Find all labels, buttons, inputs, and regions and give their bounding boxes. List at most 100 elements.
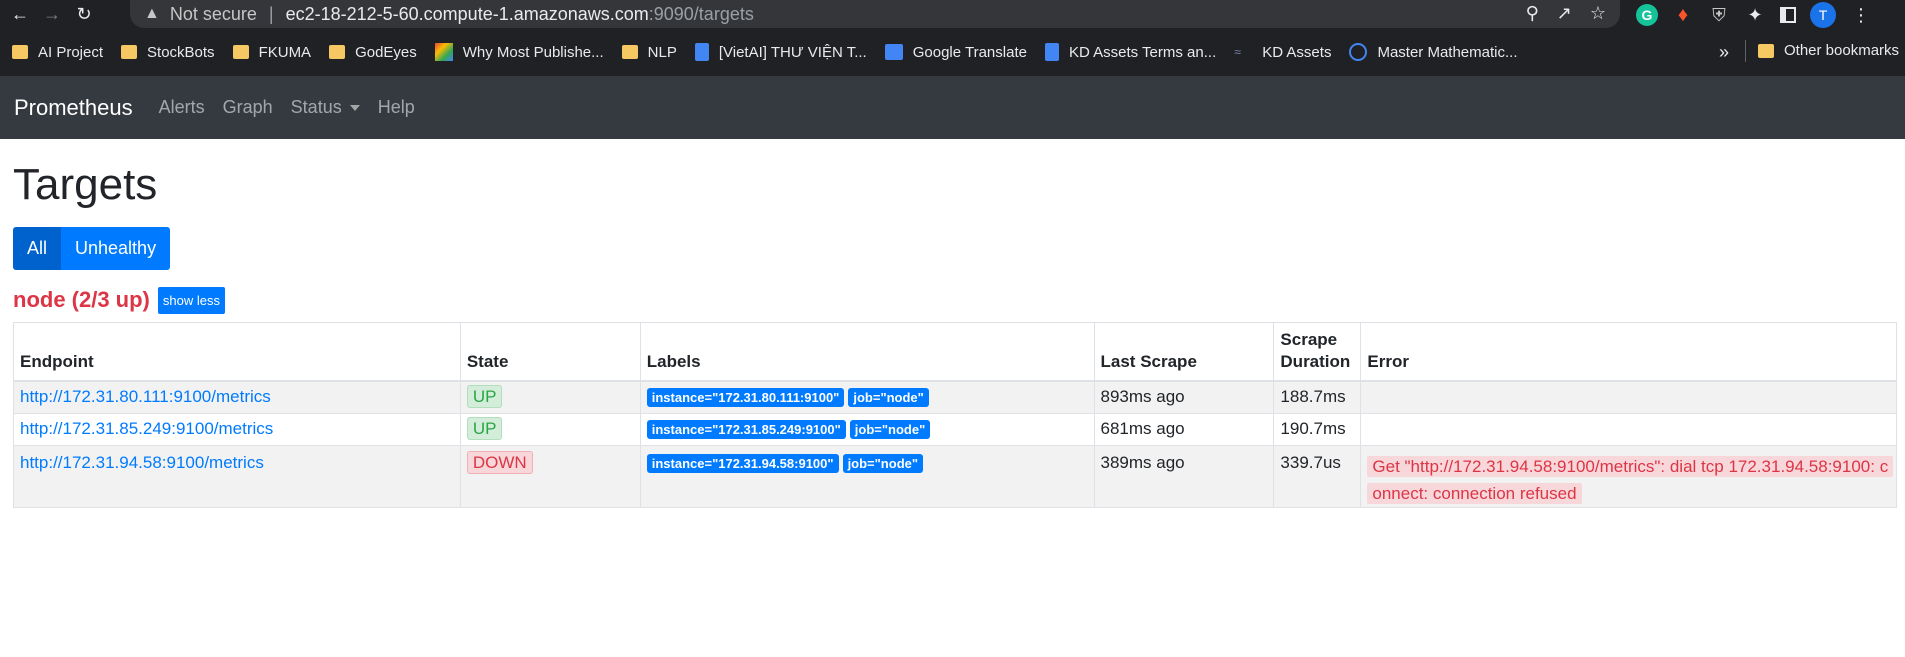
state-cell: UP (459, 412, 641, 446)
bookmark-item[interactable]: ≈ KD Assets (1234, 44, 1331, 61)
nav-help[interactable]: Help (378, 97, 415, 118)
bookmark-label: Google Translate (912, 43, 1027, 61)
browser-toolbar: ← → ↻ ▲ Not secure | ec2-18-212-5-60.com… (0, 0, 1905, 28)
state-badge: UP (466, 417, 503, 440)
state-cell: DOWN (459, 444, 641, 508)
back-arrow-icon[interactable]: ← (8, 2, 32, 26)
bookmark-item[interactable]: NLP (621, 43, 677, 61)
brand-link[interactable]: Prometheus (14, 95, 133, 121)
nav-status-dropdown[interactable]: Status (291, 97, 360, 118)
last-scrape-cell: 681ms ago (1093, 412, 1275, 446)
bookmark-label: FKUMA (258, 43, 312, 61)
error-cell (1360, 380, 1897, 414)
column-header-last-scrape: Last Scrape (1093, 322, 1275, 382)
table-row: http://172.31.94.58:9100/metrics DOWN in… (13, 444, 1897, 508)
folder-icon (621, 45, 638, 59)
reload-icon[interactable]: ↻ (72, 2, 96, 26)
scrape-pool-header: node (2/3 up) show less (13, 286, 1892, 314)
filter-unhealthy-button[interactable]: Unhealthy (61, 227, 171, 270)
other-bookmarks-label: Other bookmarks (1784, 42, 1900, 59)
bookmark-item[interactable]: FKUMA (232, 43, 312, 61)
main-content: Targets All Unhealthy node (2/3 up) show… (0, 157, 1905, 508)
bookmark-item[interactable]: GodEyes (329, 44, 417, 61)
table-header-row: Endpoint State Labels Last Scrape Scrape… (13, 322, 1897, 382)
label-badge-job: job="node" (849, 420, 931, 439)
pool-title-link[interactable]: node (2/3 up) (13, 287, 150, 313)
address-bar[interactable]: ▲ Not secure | ec2-18-212-5-60.compute-1… (130, 0, 1620, 28)
filter-all-button[interactable]: All (13, 227, 62, 270)
folder-icon (232, 45, 249, 59)
folder-icon (12, 45, 28, 59)
endpoint-link[interactable]: http://172.31.85.249:9100/metrics (20, 419, 273, 438)
bookmark-item[interactable]: [VietAI] THƯ VIỆN T... (694, 43, 867, 61)
zoom-icon[interactable]: ⚲ (1526, 3, 1539, 24)
bookmarks-divider (1745, 40, 1746, 62)
show-less-button[interactable]: show less (157, 286, 225, 314)
warning-icon: ▲ (144, 5, 160, 22)
grammarly-icon[interactable]: G (1636, 4, 1658, 26)
forward-arrow-icon[interactable]: → (40, 2, 64, 26)
bookmark-item[interactable]: AI Project (12, 44, 103, 61)
label-badge-instance: instance="172.31.85.249:9100" (646, 420, 846, 439)
bookmarks-overflow-button[interactable]: » (1719, 42, 1729, 63)
bookmark-item[interactable]: Why Most Publishe... (434, 43, 604, 61)
folder-icon (1758, 43, 1774, 58)
prometheus-navbar: Prometheus Alerts Graph Status Help (0, 76, 1905, 139)
bookmark-item[interactable]: KD Assets Terms an... (1044, 43, 1216, 61)
last-scrape-cell: 389ms ago (1093, 444, 1275, 508)
label-badge-job: job="node" (842, 453, 924, 473)
brave-lion-icon[interactable]: ♦ (1672, 4, 1694, 26)
bookmark-item[interactable]: Master Mathematic... (1349, 43, 1518, 61)
error-cell (1360, 412, 1897, 446)
omnibox-actions: ⚲ ↗ ☆ (1526, 3, 1606, 24)
bookmark-label: Why Most Publishe... (462, 43, 604, 61)
state-badge: UP (466, 385, 503, 409)
labels-cell: instance="172.31.85.249:9100" job="node" (639, 412, 1095, 446)
profile-avatar[interactable]: T (1810, 2, 1836, 28)
folder-icon (121, 45, 138, 59)
shield-icon[interactable]: ⛨ (1708, 4, 1730, 26)
bookmark-label: StockBots (147, 43, 215, 61)
menu-kebab-icon[interactable]: ⋮ (1850, 4, 1872, 26)
column-header-scrape-duration: Scrape Duration (1273, 322, 1362, 382)
endpoint-cell: http://172.31.94.58:9100/metrics (13, 444, 461, 508)
browser-chrome: ← → ↻ ▲ Not secure | ec2-18-212-5-60.com… (0, 0, 1905, 76)
endpoint-cell: http://172.31.85.249:9100/metrics (13, 412, 461, 446)
scrape-duration-cell: 190.7ms (1273, 412, 1362, 446)
bookmark-label: KD Assets (1262, 43, 1332, 61)
side-panel-icon[interactable] (1780, 7, 1796, 23)
column-header-endpoint: Endpoint (13, 322, 461, 382)
doc-favicon-icon (694, 43, 709, 61)
label-badge-instance: instance="172.31.94.58:9100" (646, 453, 839, 473)
extensions-puzzle-icon[interactable]: ✦ (1744, 4, 1766, 26)
labels-cell: instance="172.31.94.58:9100" job="node" (639, 444, 1095, 508)
targets-table: Endpoint State Labels Last Scrape Scrape… (13, 322, 1897, 508)
bookmark-item[interactable]: StockBots (121, 44, 215, 61)
column-header-labels: Labels (639, 322, 1095, 382)
doc-favicon-icon (1044, 43, 1059, 61)
bookmark-label: NLP (647, 43, 677, 61)
not-secure-label: Not secure (169, 3, 257, 24)
state-cell: UP (459, 380, 641, 414)
bookmark-item[interactable]: Google Translate (884, 43, 1027, 61)
error-cell: Get "http://172.31.94.58:9100/metrics": … (1360, 444, 1897, 508)
last-scrape-cell: 893ms ago (1093, 380, 1275, 414)
other-bookmarks[interactable]: Other bookmarks (1758, 42, 1899, 59)
nav-graph[interactable]: Graph (223, 97, 273, 118)
bookmark-label: GodEyes (355, 43, 417, 61)
error-message: Get "http://172.31.94.58:9100/metrics": … (1367, 455, 1894, 504)
url-host: ec2-18-212-5-60.compute-1.amazonaws.com (285, 3, 649, 24)
nav-status-label: Status (290, 97, 342, 117)
caret-down-icon (349, 104, 360, 111)
bookmark-label: [VietAI] THƯ VIỆN T... (718, 43, 867, 61)
share-icon[interactable]: ↗ (1557, 3, 1572, 24)
target-filter-group: All Unhealthy (13, 227, 1892, 270)
bookmarks-bar: AI Project StockBots FKUMA GodEyes Why Most … (0, 28, 1905, 76)
endpoint-link[interactable]: http://172.31.80.111:9100/metrics (20, 387, 271, 406)
nav-alerts[interactable]: Alerts (159, 97, 205, 118)
scrape-duration-line1: Scrape (1280, 330, 1338, 349)
gt-favicon-icon (884, 44, 903, 60)
star-icon[interactable]: ☆ (1590, 3, 1606, 24)
page-title: Targets (13, 160, 158, 209)
endpoint-link[interactable]: http://172.31.94.58:9100/metrics (20, 453, 264, 472)
